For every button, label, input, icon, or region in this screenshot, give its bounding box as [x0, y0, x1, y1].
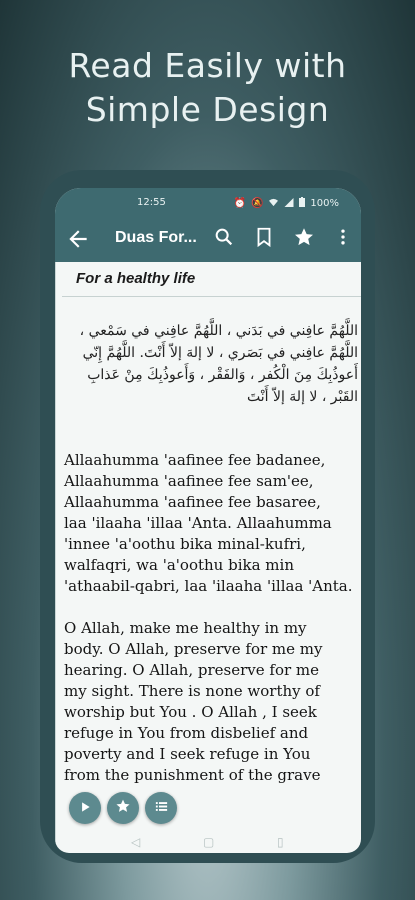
list-icon — [154, 799, 169, 818]
translation-line: refuge in You from disbelief and — [64, 724, 309, 742]
nav-back-icon[interactable]: ◁ — [131, 835, 140, 849]
play-audio-button[interactable] — [69, 792, 101, 824]
promo-headline: Read Easily with Simple Design — [0, 44, 415, 132]
signal-icon — [284, 197, 294, 210]
transliteration-line: Allaahumma 'aafinee fee badanee, — [64, 451, 326, 469]
alarm-icon: ⏰ — [233, 197, 246, 209]
dua-section-title: For a healthy life — [76, 270, 196, 287]
favorite-button[interactable] — [107, 792, 139, 824]
status-icons: ⏰ 🔕 100% — [233, 197, 339, 210]
dua-translation: O Allah, make me healthy in my body. O A… — [64, 618, 361, 786]
translation-line: my sight. There is none worthy of — [64, 682, 320, 700]
transliteration-line: walfaqri, wa 'a'oothu bika min — [64, 556, 294, 574]
promo-headline-line1: Read Easily with — [68, 46, 347, 85]
phone-screen: 12:55 ⏰ 🔕 100% Duas For... For a healthy… — [55, 188, 361, 853]
battery-percentage: 100% — [310, 198, 339, 209]
translation-line: poverty and I seek refuge in You — [64, 745, 311, 763]
dua-content[interactable]: For a healthy life اللَّهُمَّ عافِني في … — [55, 262, 361, 853]
arabic-line: أَعوذُبِكَ مِنَ الْكُفر ، وَالفَقْر ، وَ… — [87, 367, 358, 383]
arabic-line: اللَّهُمَّ عافِني في بَدَني ، اللَّهُمَّ… — [79, 323, 358, 339]
nav-home-icon[interactable]: ▢ — [203, 835, 214, 849]
search-icon[interactable] — [213, 226, 237, 250]
status-time: 12:55 — [137, 197, 166, 208]
star-icon[interactable] — [293, 226, 317, 250]
battery-icon — [299, 197, 306, 210]
translation-line: body. O Allah, preserve for me my — [64, 640, 323, 658]
section-divider — [62, 296, 361, 297]
wifi-icon — [268, 198, 279, 210]
transliteration-line: 'innee 'a'oothu bika minal-kufri, — [64, 535, 306, 553]
play-icon — [78, 799, 92, 818]
translation-line: worship but You . O Allah , I seek — [64, 703, 317, 721]
transliteration-line: laa 'ilaaha 'illaa 'Anta. Allaahumma — [64, 514, 332, 532]
arabic-line: اللَّهُمَّ عافِني في بَصَري ، لا إلهَ إل… — [82, 345, 358, 361]
mute-icon: 🔕 — [250, 197, 264, 209]
star-icon — [115, 798, 131, 818]
transliteration-line: Allaahumma 'aafinee fee sam'ee, — [64, 472, 314, 490]
back-icon[interactable] — [65, 226, 91, 252]
list-button[interactable] — [145, 792, 177, 824]
app-bar-title: Duas For... — [115, 229, 197, 246]
bookmark-icon[interactable] — [253, 226, 277, 250]
transliteration-line: 'athaabil-qabri, laa 'ilaaha 'illaa 'Ant… — [64, 577, 353, 595]
translation-line: O Allah, make me healthy in my — [64, 619, 307, 637]
translation-line: from the punishment of the grave — [64, 766, 321, 784]
arabic-line: القَبْر ، لا إلهَ إلاّ أَنْتَ — [246, 389, 358, 405]
translation-line: hearing. O Allah, preserve for me — [64, 661, 320, 679]
promo-headline-line2: Simple Design — [85, 90, 330, 129]
app-bar: Duas For... — [55, 216, 361, 262]
dua-transliteration: Allaahumma 'aafinee fee badanee, Allaahu… — [64, 450, 361, 597]
dua-arabic-text: اللَّهُمَّ عافِني في بَدَني ، اللَّهُمَّ… — [62, 320, 358, 408]
more-vert-icon[interactable] — [333, 226, 357, 250]
system-nav-bar: ◁ ▢ ▯ — [55, 833, 361, 853]
status-bar: 12:55 ⏰ 🔕 100% — [55, 188, 361, 216]
nav-recents-icon[interactable]: ▯ — [277, 835, 284, 849]
transliteration-line: Allaahumma 'aafinee fee basaree, — [64, 493, 321, 511]
